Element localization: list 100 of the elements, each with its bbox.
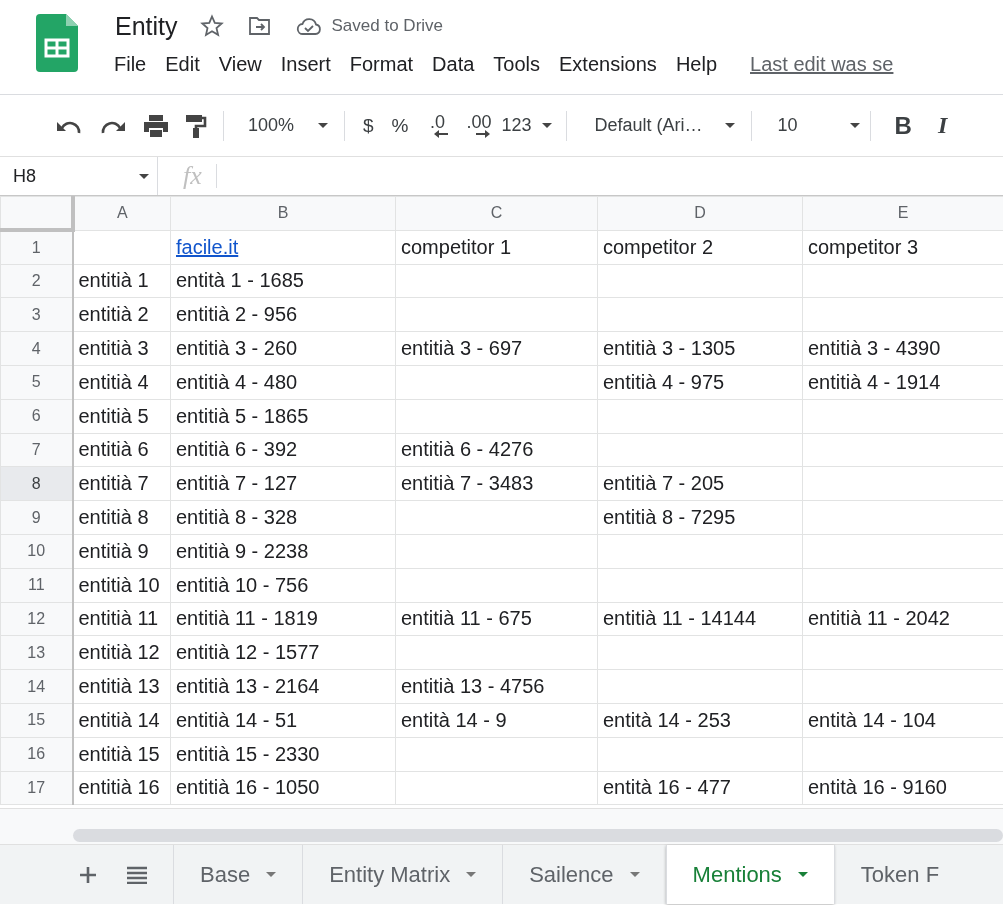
- sheet-tab[interactable]: Sailence: [502, 845, 666, 904]
- column-header[interactable]: D: [597, 196, 803, 231]
- row-header[interactable]: 4: [0, 331, 73, 366]
- caret-icon[interactable]: [724, 123, 735, 128]
- last-edit-link[interactable]: Last edit was se: [750, 53, 894, 76]
- table-cell: entitià 7 - 3483: [401, 472, 534, 495]
- menu-item[interactable]: Help: [675, 53, 717, 76]
- table-cell: entitià 3 - 4390: [808, 337, 941, 360]
- table-cell: entitià 9 - 2238: [176, 539, 309, 562]
- bold-button[interactable]: B: [894, 111, 912, 140]
- menu-item[interactable]: Format: [349, 53, 414, 76]
- row-header[interactable]: 15: [0, 703, 73, 738]
- column-header[interactable]: E: [802, 196, 1003, 231]
- column-header[interactable]: A: [72, 196, 171, 231]
- print-icon[interactable]: [143, 113, 169, 138]
- table-cell: entitià 11 - 14144: [603, 607, 757, 630]
- table-cell: entità 14 - 253: [603, 708, 731, 731]
- table-cell: entitià 4 - 975: [603, 370, 725, 393]
- row-header[interactable]: 5: [0, 365, 73, 400]
- menu-item[interactable]: Tools: [493, 53, 541, 76]
- cloud-check-icon[interactable]: [295, 16, 322, 36]
- table-cell: entitià 15 - 2330: [176, 742, 320, 765]
- menu-item[interactable]: Insert: [280, 53, 331, 76]
- row-header[interactable]: 17: [0, 771, 73, 805]
- row-header[interactable]: 8: [0, 466, 73, 501]
- caret-icon: [139, 173, 149, 179]
- percent-button[interactable]: %: [391, 114, 409, 137]
- table-cell: entitià 1: [78, 269, 149, 292]
- row-header[interactable]: 11: [0, 568, 73, 603]
- font-dropdown[interactable]: Default (Ari…: [594, 115, 735, 136]
- table-cell: entitià 5: [78, 404, 149, 427]
- table-cell: competitor 3: [808, 235, 919, 258]
- table-cell: entitià 13: [78, 675, 160, 698]
- table-cell: entitià 4 - 1914: [808, 370, 941, 393]
- caret-icon[interactable]: [797, 872, 808, 877]
- sheet-tab[interactable]: Entity Matrix: [302, 845, 503, 904]
- spreadsheet-logo-icon[interactable]: [36, 14, 78, 72]
- italic-button[interactable]: I: [937, 112, 948, 139]
- row-header[interactable]: 10: [0, 534, 73, 569]
- row-header[interactable]: 14: [0, 669, 73, 704]
- table-cell: entitià 10: [78, 573, 160, 596]
- table-cell: entitià 10 - 756: [176, 573, 309, 596]
- paint-roller-icon[interactable]: [185, 113, 207, 138]
- row-header[interactable]: 2: [0, 264, 73, 298]
- name-box[interactable]: H8: [0, 157, 158, 195]
- save-status: Saved to Drive: [331, 16, 444, 36]
- star-icon[interactable]: [199, 14, 224, 38]
- table-cell: entitià 8 - 328: [176, 506, 298, 529]
- cell-link[interactable]: facile.it: [176, 235, 239, 258]
- row-header[interactable]: 6: [0, 399, 73, 434]
- row-header[interactable]: 12: [0, 602, 73, 636]
- decrease-decimal-button[interactable]: .0: [426, 113, 449, 138]
- column-header[interactable]: C: [395, 196, 598, 231]
- table-cell: entità 16 - 9160: [808, 776, 947, 799]
- row-header[interactable]: 16: [0, 737, 73, 772]
- caret-icon[interactable]: [541, 123, 552, 128]
- horizontal-scrollbar[interactable]: [73, 829, 1003, 842]
- move-folder-icon[interactable]: [247, 15, 272, 37]
- table-cell: entitià 8: [78, 506, 149, 529]
- menu-item[interactable]: Data: [432, 53, 475, 76]
- sheet-tab[interactable]: Token F: [833, 845, 966, 904]
- row-header[interactable]: 7: [0, 433, 73, 467]
- sheet-tab[interactable]: Mentions: [665, 845, 834, 904]
- table-cell: entitià 14 - 51: [176, 708, 298, 731]
- caret-icon[interactable]: [318, 123, 328, 128]
- table-cell: entitià 9: [78, 539, 149, 562]
- table-cell: entitià 7: [78, 472, 149, 495]
- row-header[interactable]: 3: [0, 297, 73, 332]
- table-cell: entitià 11 - 1819: [176, 607, 318, 630]
- table-cell: entità 1 - 1685: [176, 269, 304, 292]
- arrow-right-icon[interactable]: [476, 129, 490, 138]
- table-cell: entitià 3: [78, 337, 149, 360]
- menu-item[interactable]: Extensions: [559, 53, 657, 76]
- add-sheet-icon[interactable]: [79, 865, 97, 884]
- table-cell: entitià 11: [78, 607, 159, 630]
- font-size-dropdown[interactable]: 10: [777, 115, 860, 136]
- menu-item[interactable]: Edit: [165, 53, 200, 76]
- menu-item[interactable]: View: [218, 53, 262, 76]
- row-header[interactable]: 9: [0, 500, 73, 535]
- table-cell: entitià 12: [78, 641, 160, 664]
- increase-decimal-button[interactable]: .00: [466, 113, 492, 138]
- document-title[interactable]: Entity: [115, 11, 178, 41]
- table-cell: entitià 8 - 7295: [603, 506, 736, 529]
- menu-icon[interactable]: [127, 865, 147, 884]
- table-cell: entitià 16 - 1050: [176, 776, 320, 799]
- menu-item[interactable]: File: [114, 53, 147, 76]
- caret-icon[interactable]: [849, 123, 860, 128]
- zoom-dropdown[interactable]: 100%: [248, 115, 328, 136]
- arrow-left-icon[interactable]: [434, 129, 449, 138]
- number-format-dropdown[interactable]: 123: [501, 115, 552, 136]
- table-cell: entitià 2: [78, 303, 149, 326]
- table-cell: entitià 12 - 1577: [176, 641, 320, 664]
- sheet-tab[interactable]: Base: [173, 845, 303, 904]
- row-header[interactable]: 1: [0, 230, 73, 265]
- table-cell: entitià 3 - 697: [401, 337, 523, 360]
- row-header[interactable]: 13: [0, 635, 73, 670]
- currency-button[interactable]: $: [363, 114, 374, 137]
- table-cell: entitià 11 - 2042: [808, 607, 950, 630]
- table-cell: competitor 2: [603, 235, 714, 258]
- column-header[interactable]: B: [170, 196, 396, 231]
